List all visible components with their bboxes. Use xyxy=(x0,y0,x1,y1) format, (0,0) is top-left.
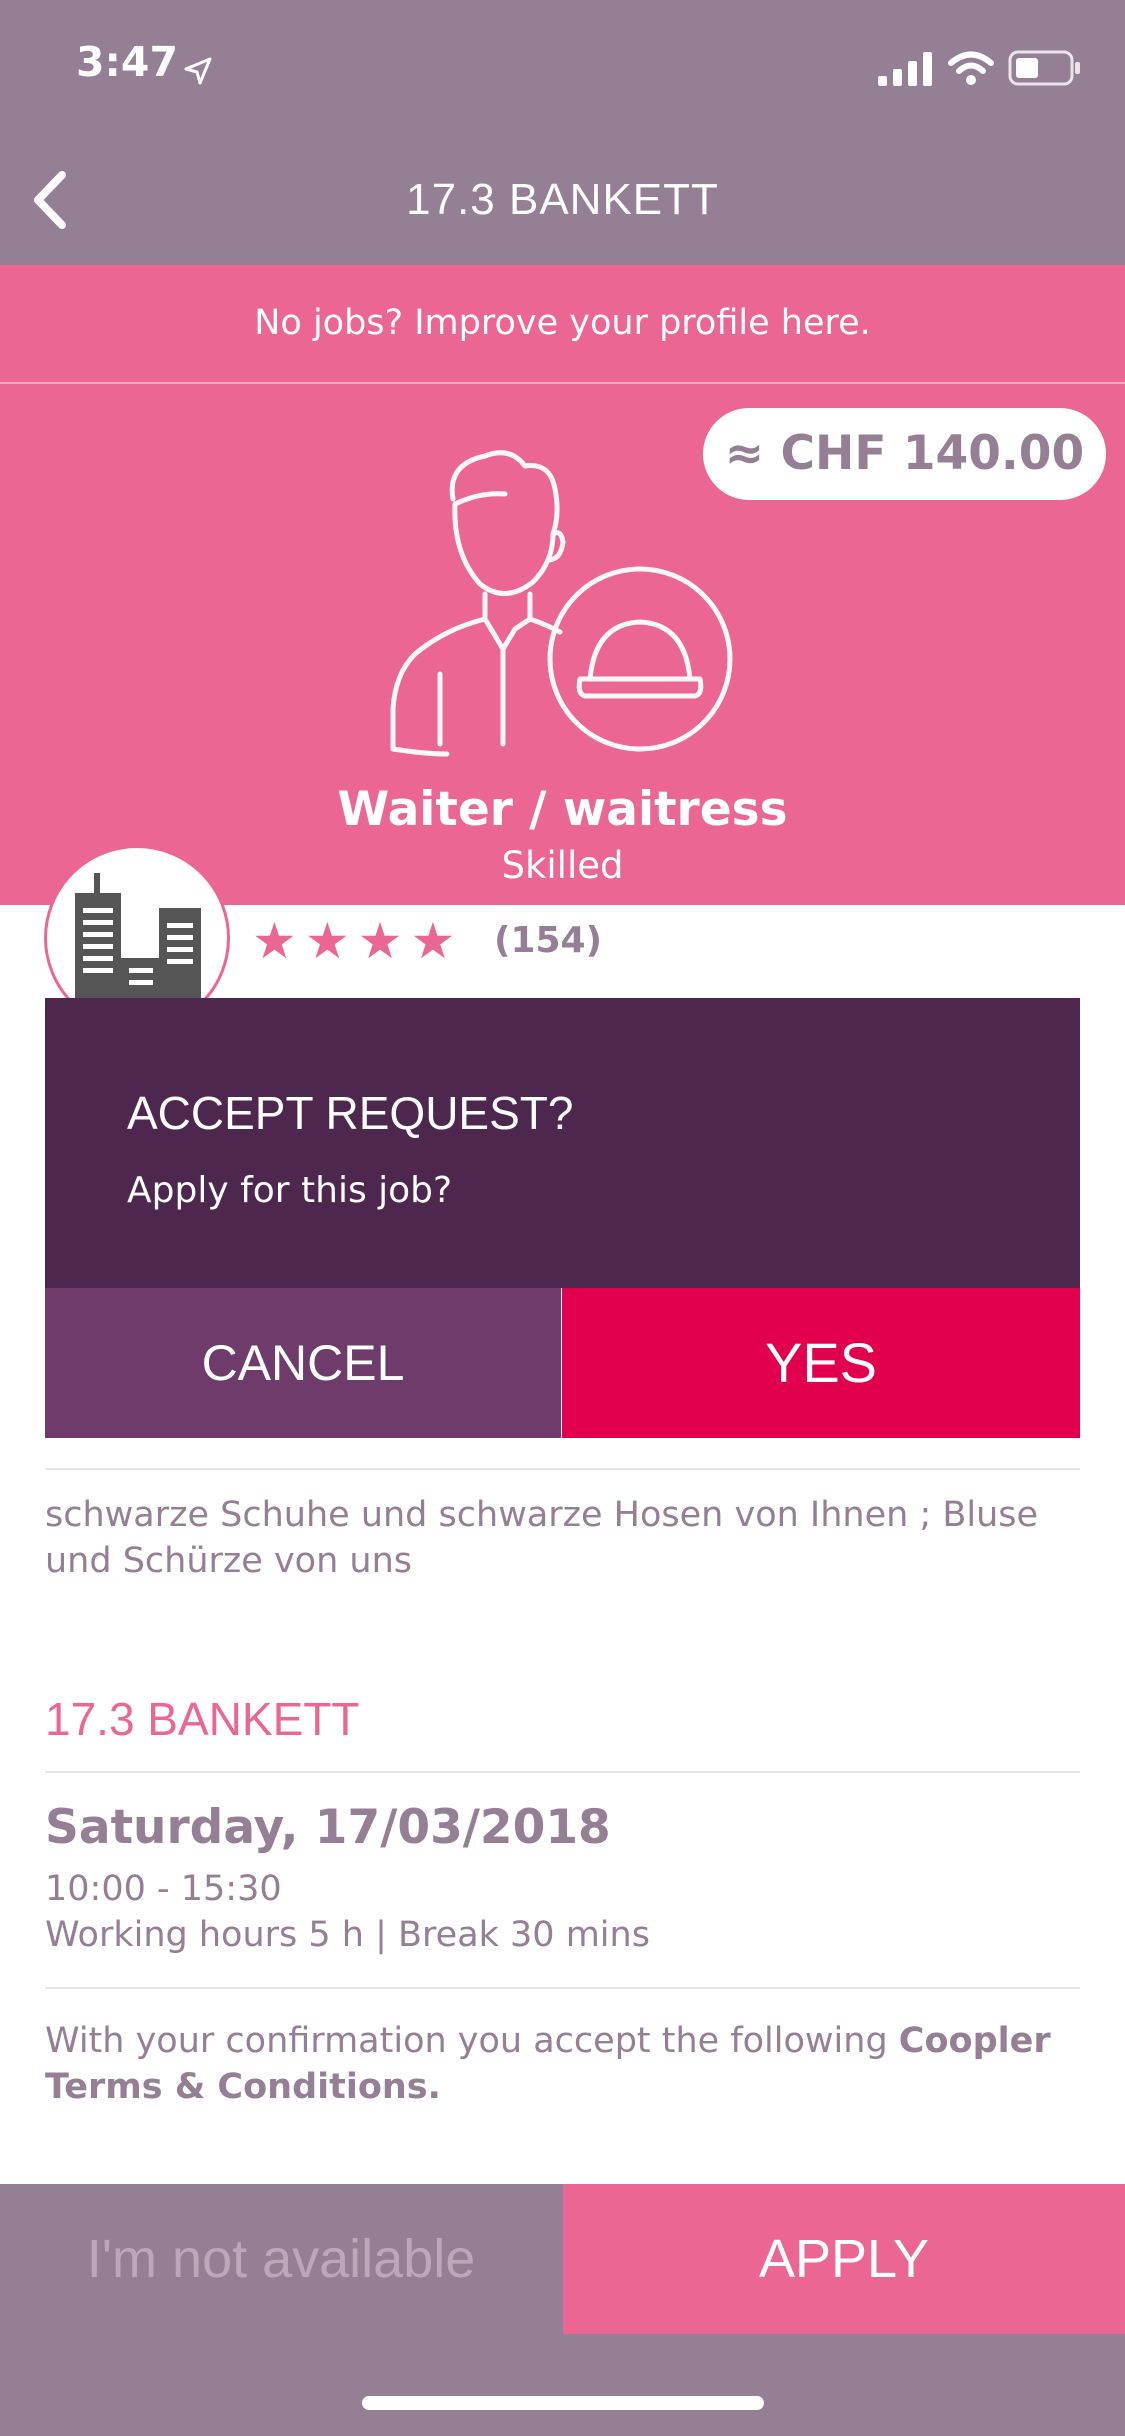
price-badge: ≈ CHF 140.00 xyxy=(703,408,1106,500)
not-available-button[interactable]: I'm not available xyxy=(0,2184,562,2334)
dialog-body: ACCEPT REQUEST? Apply for this job? xyxy=(45,998,1080,1288)
terms-text: With your confirmation you accept the fo… xyxy=(45,2018,1080,2110)
terms-prefix: With your confirmation you accept the fo… xyxy=(45,2021,899,2061)
dialog-title: ACCEPT REQUEST? xyxy=(127,1087,574,1139)
improve-profile-banner[interactable]: No jobs? Improve your profile here. xyxy=(0,265,1125,384)
wifi-icon xyxy=(948,51,994,85)
cellular-signal-icon xyxy=(878,52,932,86)
rating-count: (154) xyxy=(494,920,603,961)
section-title: 17.3 BANKETT xyxy=(45,1693,360,1745)
location-arrow-icon xyxy=(184,57,212,85)
star-icon: ★ xyxy=(357,912,411,970)
star-icon: ★ xyxy=(304,912,358,970)
nav-bar: 17.3 BANKETT xyxy=(0,135,1125,265)
page-title: 17.3 BANKETT xyxy=(406,175,719,224)
battery-icon xyxy=(1008,50,1080,86)
divider xyxy=(45,1468,1080,1470)
accept-request-dialog: ACCEPT REQUEST? Apply for this job? CANC… xyxy=(45,998,1080,1438)
star-icon: ★ xyxy=(252,912,305,970)
star-icon: ★ xyxy=(410,912,464,970)
waiter-illustration-icon xyxy=(390,450,733,757)
job-hero: ≈ CHF 140.00 Waiter / waitress Skilled xyxy=(0,384,1125,905)
apply-button[interactable]: APPLY xyxy=(563,2184,1125,2334)
job-time: 10:00 - 15:30 xyxy=(45,1869,282,1909)
status-time: 3:47 xyxy=(76,38,178,86)
job-title: Waiter / waitress xyxy=(337,782,788,837)
job-description: schwarze Schuhe und schwarze Hosen von I… xyxy=(45,1495,1039,1581)
status-bar: 3:47 xyxy=(0,0,1125,135)
home-indicator xyxy=(362,2396,764,2410)
divider xyxy=(45,1987,1080,1989)
divider xyxy=(45,1771,1080,1773)
rating-stars: ★★★★ xyxy=(252,912,463,970)
dialog-message: Apply for this job? xyxy=(127,1170,453,1211)
working-hours: Working hours 5 h | Break 30 mins xyxy=(45,1915,650,1955)
cancel-button[interactable]: CANCEL xyxy=(45,1288,561,1438)
yes-button[interactable]: YES xyxy=(562,1288,1080,1438)
job-date: Saturday, 17/03/2018 xyxy=(45,1800,611,1855)
